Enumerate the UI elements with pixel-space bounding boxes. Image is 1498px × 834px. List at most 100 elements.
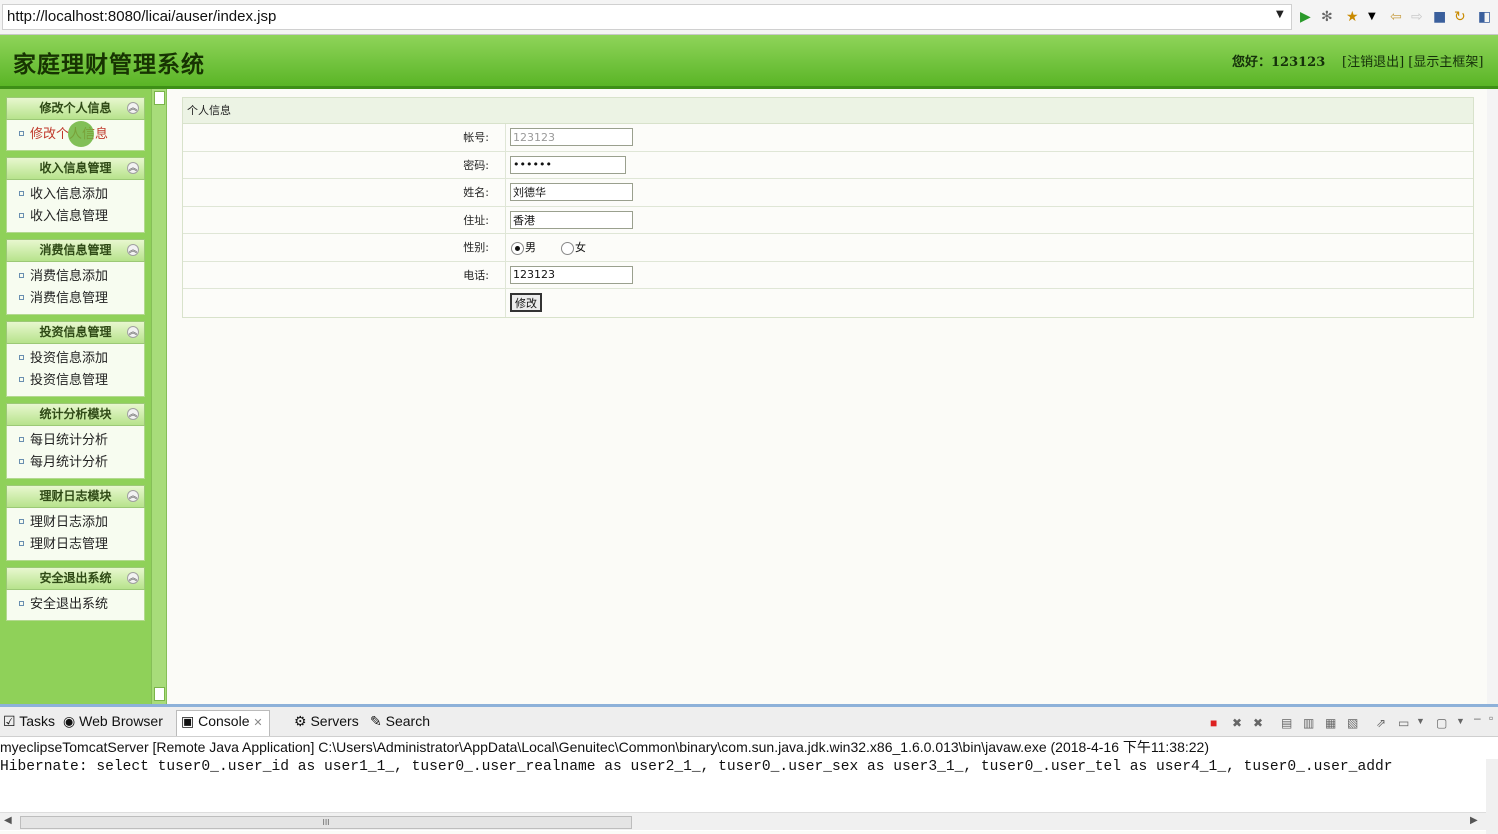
collapse-icon[interactable]: ︽ [127,102,139,114]
bullet-icon [19,541,24,546]
sidebar-item-income-add[interactable]: 收入信息添加 [7,184,144,206]
radio-checked-icon[interactable] [511,241,524,255]
cell-divider [505,179,506,206]
account-field[interactable] [510,128,633,146]
bug-icon[interactable]: ✻ [1321,8,1333,26]
mouse-cursor-highlight [68,121,94,147]
ide-view-tabs: ☑ Tasks ◉ Web Browser ▣ Console ✕ ⚙ Serv… [0,707,1498,737]
sidebar-item-expense-add[interactable]: 消费信息添加 [7,266,144,288]
console-horizontal-scrollbar[interactable]: ◀ III ▶ [0,812,1486,830]
open-console-icon[interactable]: ▢ [1436,716,1447,730]
splitter-bottom-arrow[interactable] [154,687,165,701]
collapse-icon[interactable]: ︽ [127,572,139,584]
tab-console[interactable]: ▣ Console ✕ [176,710,270,736]
submit-button[interactable]: 修改 [510,293,542,312]
collapse-icon[interactable]: ︽ [127,244,139,256]
sidebar-item-investment-manage[interactable]: 投资信息管理 [7,370,144,392]
browser-menu-icon[interactable]: ◧ [1478,8,1491,26]
collapse-icon[interactable]: ︽ [127,408,139,420]
sidebar-group-header[interactable]: 收入信息管理 ︽ [6,157,145,180]
cell-divider [505,234,506,261]
sidebar-item-journal-add[interactable]: 理财日志添加 [7,512,144,534]
maximize-icon[interactable]: ▫ [1489,711,1493,725]
sidebar-group-header[interactable]: 修改个人信息 ︽ [6,97,145,120]
scroll-left-icon[interactable]: ◀ [4,815,12,826]
forward-icon[interactable]: ⇨ [1411,8,1423,26]
remove-launch-icon[interactable]: ✖ [1232,716,1242,730]
favorites-dropdown-icon[interactable]: ▼ [1368,8,1376,26]
go-icon[interactable]: ▶ [1300,8,1311,26]
name-field[interactable] [510,183,633,201]
sidebar-item-label: 理财日志管理 [30,537,109,552]
display-console-icon[interactable]: ▭ [1398,716,1409,730]
sidebar-item-investment-add[interactable]: 投资信息添加 [7,348,144,370]
scroll-lock-icon[interactable]: ▥ [1303,716,1314,730]
open-dropdown-icon[interactable]: ▼ [1456,716,1465,726]
sidebar-item-expense-manage[interactable]: 消费信息管理 [7,288,144,310]
tab-servers[interactable]: ⚙ Servers [294,713,359,730]
sidebar-item-label: 收入信息管理 [30,209,109,224]
sidebar-group-title: 投资信息管理 [39,325,112,339]
bullet-icon [19,273,24,278]
sidebar-item-logout[interactable]: 安全退出系统 [7,594,144,616]
app-title: 家庭理财管理系统 [13,51,205,78]
url-dropdown-icon[interactable]: ▼ [1276,9,1284,20]
form-row-address: 住址: [183,206,1473,234]
sidebar-group-header[interactable]: 理财日志模块 ︽ [6,485,145,508]
favorites-icon[interactable]: ★ [1346,8,1359,26]
minimize-icon[interactable]: – [1474,711,1481,725]
tab-web-browser[interactable]: ◉ Web Browser [63,713,163,730]
bullet-icon [19,213,24,218]
scroll-right-icon[interactable]: ▶ [1470,815,1478,826]
phone-field[interactable] [510,265,633,284]
cell-divider [505,124,506,151]
sidebar-group-header[interactable]: 统计分析模块 ︽ [6,403,145,426]
sidebar-group-journal: 理财日志模块 ︽ 理财日志添加 理财日志管理 [6,485,145,561]
back-icon[interactable]: ⇦ [1390,8,1402,26]
address-field[interactable] [510,210,633,229]
sidebar-group-header[interactable]: 投资信息管理 ︽ [6,321,145,344]
console-vertical-scrollbar[interactable] [1486,759,1498,834]
header-links[interactable]: [注销退出] [显示主框架] [1342,51,1483,70]
tab-search[interactable]: ✎ Search [370,713,430,730]
profile-form-panel: 个人信息 帐号: 密码: 姓名: 住址: 性别: 男 女 电话: [182,97,1474,318]
clear-console-icon[interactable]: ▤ [1281,716,1292,730]
sidebar-item-income-manage[interactable]: 收入信息管理 [7,206,144,228]
sidebar-item-label: 收入信息添加 [30,187,109,202]
sidebar-item-label: 投资信息添加 [30,351,109,366]
collapse-icon[interactable]: ︽ [127,490,139,502]
collapse-icon[interactable]: ︽ [127,162,139,174]
sidebar-item-label: 安全退出系统 [30,597,109,612]
sidebar-group-header[interactable]: 安全退出系统 ︽ [6,567,145,590]
show-stderr-icon[interactable]: ▧ [1347,716,1358,730]
sidebar-item-journal-manage[interactable]: 理财日志管理 [7,534,144,556]
app-header: 家庭理财管理系统 您好：123123 [注销退出] [显示主框架] [0,35,1498,89]
display-dropdown-icon[interactable]: ▼ [1416,716,1425,726]
frame-splitter[interactable] [151,89,167,704]
refresh-icon[interactable]: ↻ [1454,8,1466,26]
radio-unchecked-icon[interactable] [561,241,574,255]
remove-all-icon[interactable]: ✖ [1253,716,1263,730]
cell-divider [505,289,506,317]
splitter-top-arrow[interactable] [154,91,165,105]
main-vertical-scrollbar[interactable] [1487,89,1498,704]
sidebar-item-monthly-stats[interactable]: 每月统计分析 [7,452,144,474]
collapse-icon[interactable]: ︽ [127,326,139,338]
tab-tasks[interactable]: ☑ Tasks [3,713,55,730]
stop-icon[interactable]: ■ [1433,8,1446,26]
close-tab-icon[interactable]: ✕ [253,717,262,729]
form-row-submit: 修改 [183,289,1473,317]
sidebar-item-daily-stats[interactable]: 每日统计分析 [7,430,144,452]
sex-female-label: 女 [575,241,586,254]
sex-male-radio[interactable]: 男 [511,240,536,255]
password-field[interactable] [510,155,626,174]
pin-console-icon[interactable]: ⇗ [1376,716,1386,730]
sex-female-radio[interactable]: 女 [561,240,586,255]
terminate-icon[interactable]: ■ [1210,716,1217,730]
sidebar-group-logout: 安全退出系统 ︽ 安全退出系统 [6,567,145,621]
sidebar-group-header[interactable]: 消费信息管理 ︽ [6,239,145,262]
show-stdout-icon[interactable]: ▦ [1325,716,1336,730]
cell-divider [505,206,506,233]
url-input[interactable]: http://localhost:8080/licai/auser/index.… [2,4,1292,30]
scroll-thumb[interactable]: III [20,816,632,829]
